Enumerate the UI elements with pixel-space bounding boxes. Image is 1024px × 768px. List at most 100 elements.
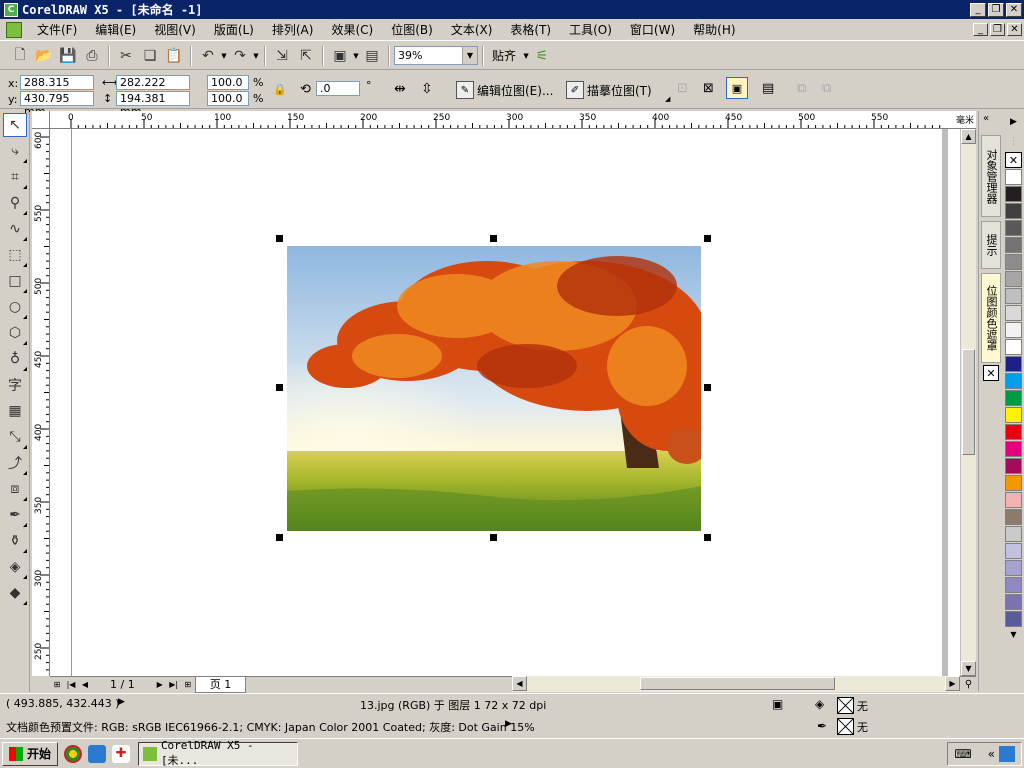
vertical-ruler[interactable]: 600 550 500 450 400 350 300 250 xyxy=(32,129,50,676)
application-launcher-icon[interactable]: ▣ xyxy=(329,45,351,67)
text-tool-icon[interactable]: 字 xyxy=(3,373,27,397)
zoom-dropdown-icon[interactable]: ▼ xyxy=(462,47,477,64)
menu-effects[interactable]: 效果(C) xyxy=(322,21,382,38)
zoom-navigator-icon[interactable]: ⚲ xyxy=(961,676,976,692)
rectangle-tool-icon[interactable]: □ xyxy=(3,269,27,293)
trace-dropdown-icon[interactable]: ◢ xyxy=(665,95,670,103)
app-shortcut-icon[interactable]: ✚ xyxy=(112,744,131,763)
horizontal-scroll-thumb[interactable] xyxy=(640,677,835,690)
color-swatch[interactable] xyxy=(1005,424,1022,440)
ie-icon[interactable] xyxy=(88,744,107,763)
edit-bitmap-button[interactable]: ✎ 编辑位图(E)... xyxy=(456,81,553,99)
crop-tool-icon[interactable]: ⌗ xyxy=(3,165,27,189)
interactive-fill-tool-icon[interactable]: ◆ xyxy=(3,581,27,605)
first-page-icon[interactable]: |◀ xyxy=(64,678,78,692)
undo-dropdown-icon[interactable]: ▼ xyxy=(220,52,228,60)
page-tab-1[interactable]: 页 1 xyxy=(194,676,247,693)
color-swatch[interactable] xyxy=(1005,322,1022,338)
color-swatch[interactable] xyxy=(1005,475,1022,491)
outline-tool-icon[interactable]: ⚱ xyxy=(3,529,27,553)
smart-fill-tool-icon[interactable]: ⬚ xyxy=(3,243,27,267)
width-input[interactable]: 282.222 mm xyxy=(116,75,190,102)
add-page-after-icon[interactable]: ⊞ xyxy=(181,678,195,692)
doc-minimize-button[interactable]: _ xyxy=(973,23,988,36)
color-swatch[interactable] xyxy=(1005,339,1022,355)
selection-handle-bottom-left[interactable] xyxy=(276,534,283,541)
color-profile-arrow-icon[interactable]: ▶ xyxy=(505,719,512,729)
doc-close-button[interactable]: ✕ xyxy=(1007,23,1022,36)
vertical-scroll-thumb[interactable] xyxy=(962,349,975,455)
shape-tool-icon[interactable]: ⤷ xyxy=(3,139,27,163)
redo-icon[interactable]: ↷ xyxy=(229,45,251,67)
color-swatch[interactable] xyxy=(1005,407,1022,423)
keyboard-icon[interactable]: ⌨ xyxy=(954,747,971,761)
polygon-tool-icon[interactable]: ⬡ xyxy=(3,321,27,345)
menu-table[interactable]: 表格(T) xyxy=(501,21,560,38)
color-swatch[interactable] xyxy=(1005,492,1022,508)
menu-view[interactable]: 视图(V) xyxy=(145,21,205,38)
ellipse-tool-icon[interactable]: ○ xyxy=(3,295,27,319)
undo-icon[interactable]: ↶ xyxy=(197,45,219,67)
zoom-level-combo[interactable]: 39% ▼ xyxy=(394,46,478,65)
snap-to-button[interactable]: 贴齐 xyxy=(492,47,516,64)
outline-none-swatch[interactable] xyxy=(837,718,854,735)
color-swatch[interactable] xyxy=(1005,305,1022,321)
menu-edit[interactable]: 编辑(E) xyxy=(86,21,145,38)
color-swatch[interactable] xyxy=(1005,288,1022,304)
fill-none-swatch[interactable] xyxy=(837,697,854,714)
mirror-vertical-icon[interactable]: ⇳ xyxy=(421,81,433,97)
palette-scroll-down-icon[interactable]: ▼ xyxy=(1005,628,1022,640)
color-swatch[interactable] xyxy=(1005,458,1022,474)
trace-bitmap-button[interactable]: ✐ 描摹位图(T) xyxy=(566,81,652,99)
selection-handle-top-center[interactable] xyxy=(490,235,497,242)
color-swatch[interactable] xyxy=(1005,186,1022,202)
restore-button[interactable]: ❐ xyxy=(988,2,1004,17)
vertical-scrollbar[interactable]: ▲ ▼ xyxy=(960,129,976,676)
status-arrow-icon[interactable]: ▶ xyxy=(118,697,125,707)
start-button[interactable]: 开始 xyxy=(2,741,59,766)
bitmap-color-mask-icon[interactable]: ▣ xyxy=(726,77,748,99)
document-icon[interactable] xyxy=(6,21,22,38)
blend-tool-icon[interactable]: ⧈ xyxy=(3,477,27,501)
color-swatch[interactable] xyxy=(1005,441,1022,457)
scroll-left-arrow-icon[interactable]: ◀ xyxy=(512,676,527,691)
minimize-button[interactable]: _ xyxy=(970,2,986,17)
open-folder-icon[interactable]: 📂 xyxy=(33,45,55,67)
color-swatch[interactable] xyxy=(1005,390,1022,406)
wrap-text-icon[interactable]: ▤ xyxy=(762,81,774,96)
tray-expand-icon[interactable]: « xyxy=(988,747,995,761)
close-button[interactable]: ✕ xyxy=(1006,2,1022,17)
selection-handle-bottom-right[interactable] xyxy=(704,534,711,541)
scroll-up-arrow-icon[interactable]: ▲ xyxy=(961,129,976,144)
import-icon[interactable]: ⇲ xyxy=(271,45,293,67)
to-front-icon[interactable]: ⧉ xyxy=(797,81,806,96)
palette-options-icon[interactable]: ⋮ xyxy=(1005,130,1022,152)
color-swatch[interactable] xyxy=(1005,356,1022,372)
color-swatch[interactable] xyxy=(1005,271,1022,287)
taskbar-coreldraw-item[interactable]: CorelDRAW X5 - [未... xyxy=(138,739,299,767)
color-swatch[interactable] xyxy=(1005,203,1022,219)
export-icon[interactable]: ⇱ xyxy=(295,45,317,67)
color-swatch[interactable] xyxy=(1005,254,1022,270)
color-swatch[interactable] xyxy=(1005,560,1022,576)
object-manager-tab[interactable]: 对象管理器 xyxy=(981,135,1001,217)
y-position-input[interactable]: 430.795 mm xyxy=(20,91,94,118)
menu-tools[interactable]: 工具(O) xyxy=(560,21,621,38)
snap-dropdown-icon[interactable]: ▼ xyxy=(522,52,530,60)
menu-bitmaps[interactable]: 位图(B) xyxy=(382,21,442,38)
eyedropper-tool-icon[interactable]: ✒ xyxy=(3,503,27,527)
freehand-tool-icon[interactable]: ∿ xyxy=(3,217,27,241)
menu-window[interactable]: 窗口(W) xyxy=(621,21,684,38)
close-docker-icon[interactable]: ✕ xyxy=(983,365,999,381)
zoom-tool-icon[interactable]: ⚲ xyxy=(3,191,27,215)
basic-shapes-tool-icon[interactable]: ♁ xyxy=(3,347,27,371)
selection-handle-top-right[interactable] xyxy=(704,235,711,242)
print-icon[interactable]: ⎙ xyxy=(81,45,103,67)
paste-icon[interactable]: 📋 xyxy=(163,45,185,67)
color-swatch[interactable] xyxy=(1005,594,1022,610)
ruler-origin-corner[interactable] xyxy=(32,111,50,129)
height-input[interactable]: 194.381 mm xyxy=(116,91,190,118)
fill-tool-icon[interactable]: ◈ xyxy=(3,555,27,579)
rotation-angle-input[interactable]: .0 xyxy=(316,81,360,96)
dimension-tool-icon[interactable]: ⤡ xyxy=(3,425,27,449)
